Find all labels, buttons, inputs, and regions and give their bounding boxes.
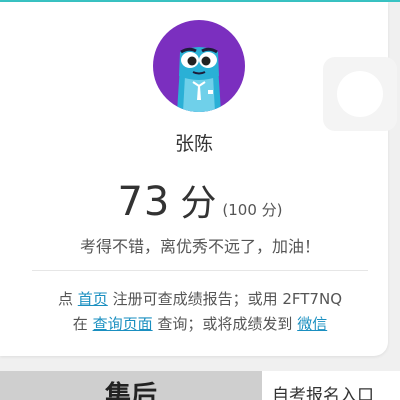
- avatar[interactable]: [153, 20, 245, 112]
- score-value: 73: [117, 179, 171, 225]
- report-code: 2FT7NQ: [282, 290, 343, 308]
- score-total: (100 分): [222, 201, 283, 219]
- score-unit: 分: [180, 183, 217, 224]
- circle-icon: [337, 71, 383, 117]
- divider: [32, 270, 368, 271]
- bottom-tab-left-label: 集后: [104, 381, 157, 400]
- home-link[interactable]: 首页: [78, 290, 108, 308]
- info-line-1-middle: 注册可查成绩报告；或用: [112, 290, 278, 308]
- score-line: 73 分 (100 分): [0, 174, 400, 226]
- bottom-tab-right-label: 自考报名入口: [272, 386, 374, 400]
- info-line-2-middle: 查询；或将成绩发到: [157, 315, 293, 333]
- floating-home-button[interactable]: [323, 57, 397, 131]
- score-comment: 考得不错，离优秀不远了，加油！: [79, 237, 320, 256]
- wechat-link[interactable]: 微信: [297, 315, 327, 333]
- robot-mascot-icon: [177, 47, 221, 112]
- result-card: 张陈 73 分 (100 分) 考得不错，离优秀不远了，加油！ 点 首页 注册可查成…: [0, 2, 388, 356]
- info-line-2-prefix: 在: [72, 315, 88, 333]
- query-page-link[interactable]: 查询页面: [93, 315, 153, 333]
- bottom-tab-right[interactable]: 自考报名入口: [262, 371, 400, 400]
- bottom-tab-left[interactable]: 集后: [0, 371, 262, 400]
- info-line-1: 点 首页 注册可查成绩报告；或用 2FT7NQ: [0, 288, 400, 309]
- student-name: 张陈: [174, 133, 213, 155]
- info-line-2: 在 查询页面 查询；或将成绩发到 微信: [0, 313, 400, 334]
- info-line-1-prefix: 点: [57, 290, 73, 308]
